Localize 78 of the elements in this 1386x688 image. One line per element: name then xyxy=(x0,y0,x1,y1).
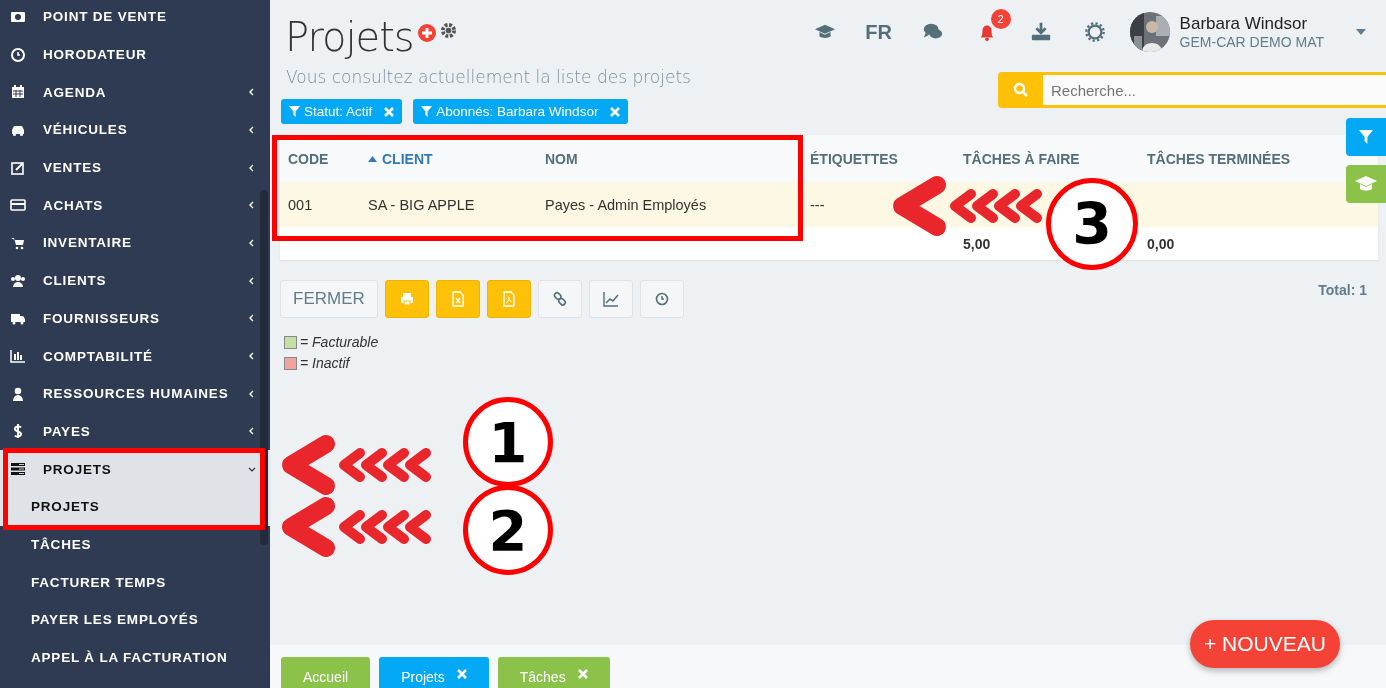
list-icon xyxy=(10,461,26,478)
column-header[interactable]: CODE xyxy=(288,150,329,167)
close-icon[interactable] xyxy=(610,106,621,117)
pdf-file-icon xyxy=(500,291,517,307)
filter-icon xyxy=(1359,130,1373,144)
step-number: 2 xyxy=(463,485,553,575)
sidebar-item[interactable]: FOURNISSEURS xyxy=(0,299,270,338)
search-icon xyxy=(1012,82,1029,98)
search-field[interactable]: Recherche... xyxy=(1043,72,1386,108)
column-header[interactable]: ÉTIQUETTES xyxy=(810,150,898,167)
total-cell-text: 0,00 xyxy=(1147,235,1176,252)
sidebar-item[interactable]: VENTES xyxy=(0,148,270,187)
user-name[interactable]: Barbara Windsor xyxy=(1179,14,1324,34)
clock-icon xyxy=(10,46,26,63)
download-icon[interactable] xyxy=(1029,21,1052,43)
filter-button[interactable] xyxy=(1346,118,1386,156)
caret-icon[interactable] xyxy=(1356,29,1366,35)
table-cell-text: --- xyxy=(810,196,826,213)
calendar-icon xyxy=(10,84,26,101)
sidebar-item[interactable]: PAYES xyxy=(0,412,270,451)
user-icon xyxy=(10,385,26,402)
new-button[interactable]: + NOUVEAU xyxy=(1190,620,1340,668)
legend-label: = Facturable xyxy=(300,334,379,350)
page-title: Projets xyxy=(285,14,414,60)
spreadsheet-file-icon xyxy=(449,291,466,307)
clock-icon xyxy=(653,291,670,307)
sidebar-item[interactable]: COMPTABILITÉ xyxy=(0,337,270,375)
total-count: Total: 1 xyxy=(1318,282,1367,298)
filter-icon xyxy=(421,106,433,117)
sidebar-item[interactable]: INVENTAIRE xyxy=(0,224,270,262)
page-subtitle: Vous consultez actuellement la liste des projets xyxy=(286,67,692,87)
close-button[interactable]: FERMER xyxy=(280,280,378,318)
table-cell-text: SA - BIG APPLE xyxy=(368,196,476,213)
sidebar-item[interactable]: VÉHICULES xyxy=(0,111,270,149)
scrollbar[interactable] xyxy=(260,190,268,545)
close-icon[interactable] xyxy=(456,669,467,679)
link-button[interactable] xyxy=(537,280,582,318)
column-header[interactable]: TÂCHES À FAIRE xyxy=(963,150,1080,167)
card-icon xyxy=(10,197,26,214)
settings-icon[interactable] xyxy=(1083,21,1106,43)
language-selector[interactable]: FR xyxy=(865,20,892,44)
submenu-item[interactable]: PROJETS xyxy=(0,487,270,526)
submenu-item[interactable]: APPEL À LA FACTURATION xyxy=(0,638,270,677)
sort-up-icon xyxy=(368,155,377,162)
sidebar-item[interactable]: POINT DE VENTE xyxy=(0,0,270,36)
sidebar-item[interactable]: CLIENTS xyxy=(0,261,270,300)
table-cell-text: 001 xyxy=(288,196,314,213)
submenu-item[interactable]: TÂCHES xyxy=(0,525,270,564)
column-header[interactable]: CLIENT xyxy=(368,150,433,167)
submenu-item[interactable]: FACTURER TEMPS xyxy=(0,563,270,601)
users-icon xyxy=(10,272,26,289)
company-name: GEM-CAR DEMO MAT xyxy=(1179,34,1324,50)
total-cell-text: 5,00 xyxy=(963,235,992,252)
sidebar-item[interactable]: RESSOURCES HUMAINES xyxy=(0,374,270,413)
step-number: 1 xyxy=(463,397,553,487)
edit-icon xyxy=(10,159,26,176)
chart-button[interactable] xyxy=(588,280,633,318)
column-header[interactable]: NOM xyxy=(545,150,578,167)
close-icon[interactable] xyxy=(384,106,395,117)
table-cell-text: Payes - Admin Employés xyxy=(545,196,708,213)
filter-icon xyxy=(289,106,300,117)
sidebar-item[interactable]: ACHATS xyxy=(0,186,270,225)
sidebar-item[interactable]: HORODATEUR xyxy=(0,35,270,74)
history-button[interactable] xyxy=(639,280,684,318)
notification-badge: 2 xyxy=(990,9,1011,29)
sidebar-item[interactable]: AGENDA xyxy=(0,73,270,112)
close-icon[interactable] xyxy=(577,669,588,679)
chart-icon xyxy=(10,348,26,365)
graduation-cap-icon xyxy=(1354,175,1378,193)
column-header[interactable]: TÂCHES TERMINÉES xyxy=(1147,150,1291,167)
link-icon xyxy=(551,291,568,307)
print-icon xyxy=(398,291,415,307)
add-icon[interactable] xyxy=(417,24,436,42)
legend-label: = Inactif xyxy=(300,355,350,371)
settings-icon[interactable] xyxy=(439,22,457,39)
line-chart-icon xyxy=(602,291,619,307)
submenu-item[interactable]: PAYER LES EMPLOYÉS xyxy=(0,601,270,639)
tutorial-button[interactable] xyxy=(1346,165,1386,203)
